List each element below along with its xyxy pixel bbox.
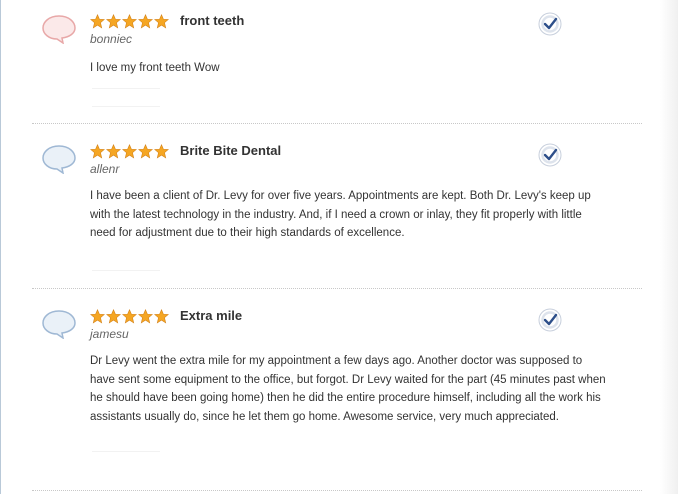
certified-review-badge-icon bbox=[538, 12, 562, 36]
star-icon bbox=[122, 144, 137, 159]
separator bbox=[92, 106, 160, 107]
review-title[interactable]: Extra mile bbox=[180, 308, 242, 323]
certified-review-badge-icon bbox=[538, 308, 562, 332]
star-icon bbox=[90, 14, 105, 29]
separator bbox=[92, 451, 160, 452]
star-icon bbox=[154, 144, 169, 159]
star-icon bbox=[138, 14, 153, 29]
star-icon bbox=[106, 144, 121, 159]
star-icon bbox=[90, 144, 105, 159]
star-icon bbox=[106, 309, 121, 324]
speech-bubble-icon bbox=[42, 310, 76, 339]
star-icon bbox=[154, 14, 169, 29]
star-icon bbox=[138, 309, 153, 324]
star-rating bbox=[90, 14, 169, 30]
review-author[interactable]: bonniec bbox=[90, 32, 132, 46]
divider bbox=[32, 490, 642, 491]
review-card: Extra mile jamesu Dr Levy went the extra… bbox=[0, 289, 660, 494]
review-title[interactable]: front teeth bbox=[180, 13, 244, 28]
review-body: I love my front teeth Wow bbox=[90, 62, 220, 74]
separator bbox=[92, 270, 160, 271]
review-card: Brite Bite Dental allenr I have been a c… bbox=[0, 124, 660, 289]
review-body: Dr Levy went the extra mile for my appoi… bbox=[90, 355, 606, 423]
star-icon bbox=[154, 309, 169, 324]
star-icon bbox=[90, 309, 105, 324]
speech-bubble-icon bbox=[42, 15, 76, 44]
review-card: front teeth bonniec I love my front teet… bbox=[0, 0, 660, 124]
star-icon bbox=[106, 14, 121, 29]
review-author[interactable]: allenr bbox=[90, 162, 119, 176]
star-icon bbox=[138, 144, 153, 159]
review-body: I have been a client of Dr. Levy for ove… bbox=[90, 190, 591, 239]
certified-review-badge-icon bbox=[538, 143, 562, 167]
review-author[interactable]: jamesu bbox=[90, 327, 129, 341]
review-title[interactable]: Brite Bite Dental bbox=[180, 143, 281, 158]
star-rating bbox=[90, 144, 169, 160]
speech-bubble-icon bbox=[42, 145, 76, 174]
star-icon bbox=[122, 309, 137, 324]
right-edge-shadow bbox=[660, 0, 678, 494]
separator bbox=[92, 88, 160, 89]
star-rating bbox=[90, 309, 169, 325]
star-icon bbox=[122, 14, 137, 29]
